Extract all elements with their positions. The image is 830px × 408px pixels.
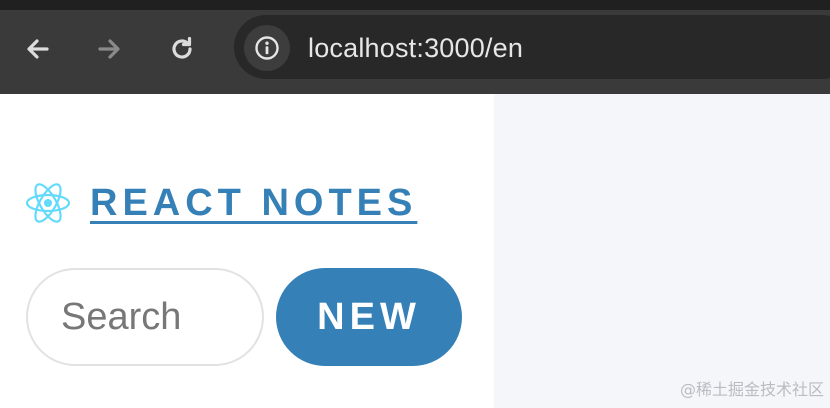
brand-link[interactable]: REACT NOTES [24,178,417,228]
browser-toolbar: localhost:3000/en [0,0,830,94]
arrow-left-icon [27,39,49,59]
app-title[interactable]: REACT NOTES [90,179,417,227]
sidebar: REACT NOTES NEW [0,94,494,408]
search-input[interactable] [26,268,264,366]
new-note-button[interactable]: NEW [276,268,462,366]
arrow-right-icon [98,39,120,59]
address-bar[interactable]: localhost:3000/en [234,15,830,79]
url-text[interactable]: localhost:3000/en [308,32,523,64]
forward-button[interactable] [89,29,129,69]
site-info-button[interactable] [244,25,290,71]
info-icon [255,36,279,60]
react-logo-icon [25,183,71,223]
reload-button[interactable] [162,29,202,69]
note-viewer [494,94,830,408]
watermark: @稀土掘金技术社区 [679,380,824,399]
reload-icon [172,36,192,59]
back-button[interactable] [18,29,58,69]
